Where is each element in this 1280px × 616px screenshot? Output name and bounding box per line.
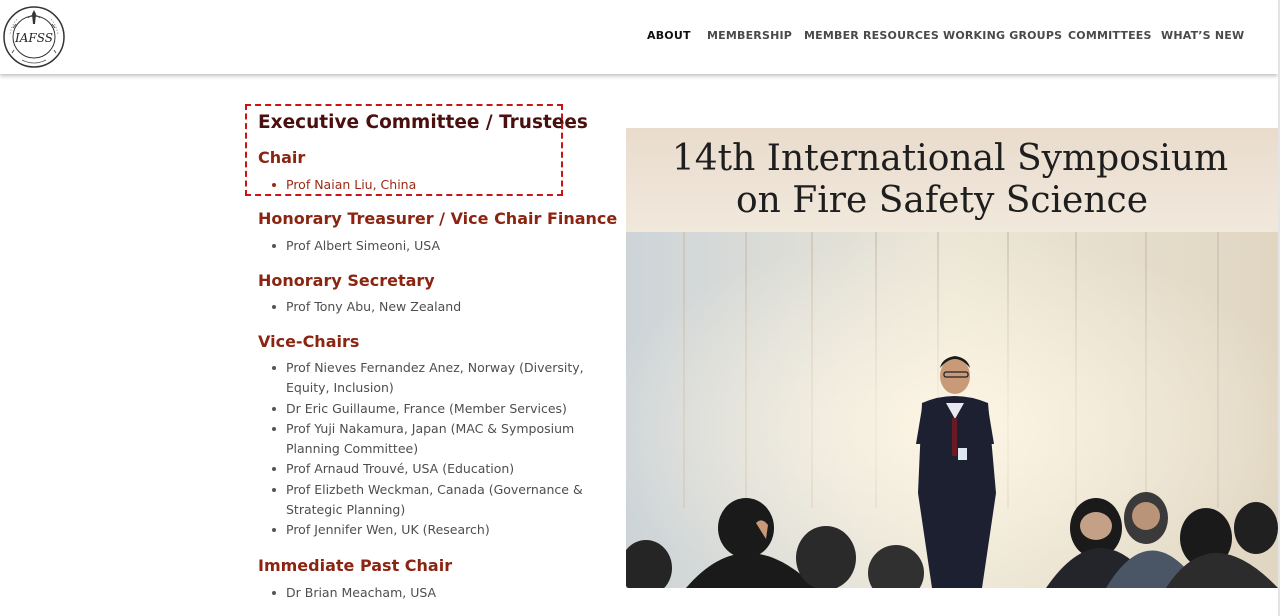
nav-member-resources[interactable]: MEMBER RESOURCES [804, 29, 939, 42]
heading-vice-chairs: Vice-Chairs [258, 332, 360, 351]
list-item: Dr Eric Guillaume, France (Member Servic… [272, 399, 586, 419]
banner-line-2: on Fire Safety Science [736, 180, 1148, 221]
iafss-logo[interactable]: IAFSS [2, 4, 66, 70]
heading-secretary: Honorary Secretary [258, 271, 435, 290]
logo-text: IAFSS [14, 31, 53, 45]
treasurer-list: Prof Albert Simeoni, USA [258, 236, 586, 256]
nav-membership[interactable]: MEMBERSHIP [707, 29, 792, 42]
vice-chairs-list: Prof Nieves Fernandez Anez, Norway (Dive… [258, 358, 586, 541]
heading-treasurer: Honorary Treasurer / Vice Chair Finance [258, 209, 618, 228]
highlight-box [245, 104, 563, 196]
list-item: Prof Yuji Nakamura, Japan (MAC & Symposi… [272, 419, 586, 460]
secretary-list: Prof Tony Abu, New Zealand [258, 297, 586, 317]
nav-working-groups[interactable]: WORKING GROUPS [943, 29, 1062, 42]
list-item: Prof Albert Simeoni, USA [272, 236, 586, 256]
banner-line-1: 14th International Symposium [672, 138, 1228, 179]
list-item: Dr Brian Meacham, USA [272, 583, 586, 603]
list-item: Prof Jennifer Wen, UK (Research) [272, 520, 586, 540]
nav-about[interactable]: ABOUT [647, 29, 691, 42]
nav-whats-new[interactable]: WHAT’S NEW [1161, 29, 1244, 42]
heading-past-chair: Immediate Past Chair [258, 556, 453, 575]
list-item: Prof Arnaud Trouvé, USA (Education) [272, 459, 586, 479]
symposium-photo: 14th International Symposium on Fire Saf… [626, 128, 1278, 588]
list-item: Prof Tony Abu, New Zealand [272, 297, 586, 317]
site-header: IAFSS ABOUT MEMBERSHIP MEMBER RESOURCES … [0, 0, 1278, 74]
past-chair-list: Dr Brian Meacham, USA [258, 583, 586, 603]
nav-committees[interactable]: COMMITTEES [1068, 29, 1152, 42]
list-item: Prof Elizbeth Weckman, Canada (Governanc… [272, 480, 586, 521]
list-item: Prof Nieves Fernandez Anez, Norway (Dive… [272, 358, 586, 399]
